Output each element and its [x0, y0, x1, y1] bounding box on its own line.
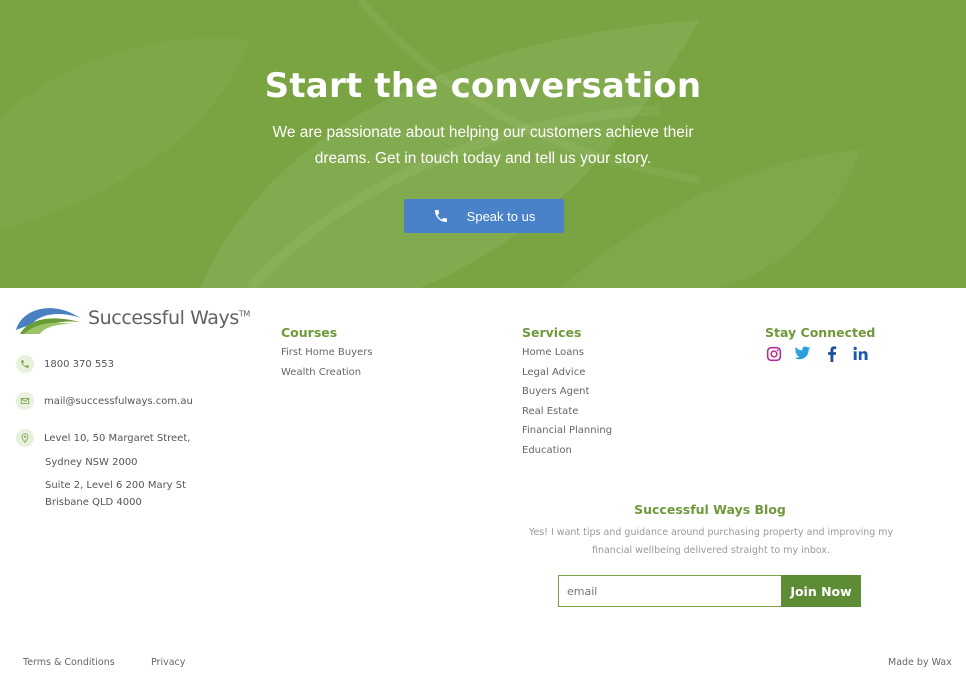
address-line: Brisbane QLD 4000 [45, 497, 142, 508]
twitter-icon[interactable] [794, 345, 811, 362]
address-line: Sydney NSW 2000 [45, 457, 138, 468]
courses-item[interactable]: First Home Buyers [281, 346, 373, 366]
blog-description: Yes! I want tips and guidance around pur… [528, 527, 894, 556]
contact-phone[interactable]: 1800 370 553 [16, 355, 114, 373]
services-item[interactable]: Education [522, 444, 612, 464]
brand-logo[interactable]: Successful WaysTM [14, 300, 250, 336]
instagram-icon[interactable] [765, 345, 782, 362]
privacy-link[interactable]: Privacy [151, 657, 185, 668]
brand-name: Successful WaysTM [88, 307, 250, 329]
services-item[interactable]: Financial Planning [522, 424, 612, 444]
linkedin-icon[interactable] [852, 345, 869, 362]
join-now-button[interactable]: Join Now [781, 575, 861, 607]
hero-title: Start the conversation [264, 66, 702, 106]
made-by-credit-link[interactable]: Made by Wax [888, 657, 952, 668]
blog-heading: Successful Ways Blog [634, 502, 786, 517]
terms-link[interactable]: Terms & Conditions [23, 657, 115, 668]
newsletter-email-input[interactable] [558, 575, 781, 607]
services-item[interactable]: Buyers Agent [522, 385, 612, 405]
services-item[interactable]: Legal Advice [522, 366, 612, 386]
contact-email[interactable]: mail@successfulways.com.au [16, 392, 193, 410]
courses-list: First Home Buyers Wealth Creation [281, 346, 373, 385]
contact-address: Level 10, 50 Margaret Street, [16, 429, 190, 447]
hero-banner: Start the conversation We are passionate… [0, 0, 966, 288]
email-address: mail@successfulways.com.au [44, 396, 193, 407]
courses-heading: Courses [281, 325, 338, 340]
address-line: Suite 2, Level 6 200 Mary St [45, 480, 187, 491]
location-pin-icon [16, 429, 34, 447]
speak-to-us-label: Speak to us [466, 208, 536, 224]
facebook-icon[interactable] [823, 345, 840, 362]
phone-icon [16, 355, 34, 373]
services-list: Home Loans Legal Advice Buyers Agent Rea… [522, 346, 612, 463]
successful-ways-logo-icon [16, 308, 80, 334]
services-heading: Services [522, 325, 582, 340]
stay-connected-heading: Stay Connected [765, 325, 876, 340]
phone-icon [434, 210, 447, 222]
services-item[interactable]: Real Estate [522, 405, 612, 425]
speak-to-us-button[interactable]: Speak to us [404, 199, 564, 233]
mail-icon [16, 392, 34, 410]
social-links [765, 345, 869, 362]
phone-number: 1800 370 553 [44, 359, 114, 370]
address-line: Level 10, 50 Margaret Street, [44, 433, 191, 444]
hero-subtitle: We are passionate about helping our cust… [272, 124, 694, 167]
services-item[interactable]: Home Loans [522, 346, 612, 366]
courses-item[interactable]: Wealth Creation [281, 366, 373, 386]
